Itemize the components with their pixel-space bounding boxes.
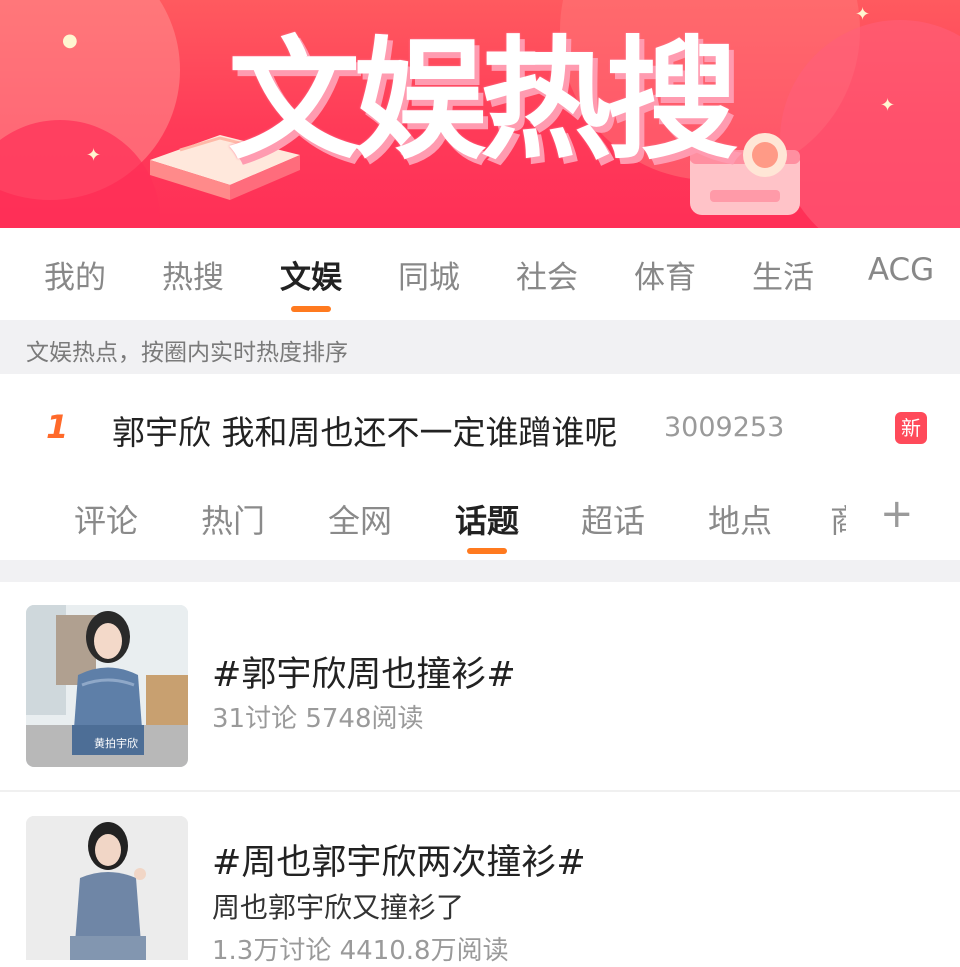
tab-comments[interactable]: 评论 — [46, 496, 166, 542]
tab-society[interactable]: 社会 — [488, 252, 606, 296]
tab-label: ACG — [867, 252, 935, 288]
tab-local[interactable]: 同城 — [370, 252, 488, 296]
tab-acg[interactable]: ACG — [842, 252, 960, 292]
tab-label: 体育 — [634, 260, 696, 296]
tab-label: 文娱 — [280, 260, 342, 296]
active-tab-indicator — [467, 548, 507, 554]
thumbnail-caption: 黄拍宇欣 — [94, 737, 138, 750]
tab-sports[interactable]: 体育 — [606, 252, 724, 296]
tab-label: 热搜 — [162, 260, 224, 296]
tab-label: 评论 — [73, 502, 138, 540]
person-photo-icon — [26, 816, 188, 960]
rank-number: 1 — [46, 408, 69, 446]
tab-hot-search[interactable]: 热搜 — [134, 252, 252, 296]
hot-search-title: 郭宇欣 我和周也还不一定谁蹭谁呢 — [112, 413, 618, 452]
tab-label: 全网 — [327, 502, 392, 540]
new-badge: 新 — [895, 412, 927, 444]
tab-popular[interactable]: 热门 — [173, 496, 293, 542]
tab-label: 商 — [830, 502, 846, 540]
plus-icon[interactable]: + — [880, 494, 914, 534]
ranking-description: 文娱热点，按圈内实时热度排序 — [26, 340, 348, 366]
heat-count: 3009253 — [664, 412, 785, 443]
hot-search-item[interactable]: 1 郭宇欣 我和周也还不一定谁蹭谁呢 3009253 新 — [0, 374, 960, 482]
topic-thumbnail — [26, 816, 188, 960]
tab-label: 热门 — [200, 502, 265, 540]
tab-topics[interactable]: 话题 — [427, 496, 547, 554]
tab-super-topic[interactable]: 超话 — [553, 496, 673, 542]
tab-label: 我的 — [44, 260, 106, 296]
tab-mine[interactable]: 我的 — [16, 252, 134, 296]
tab-label: 超话 — [580, 502, 645, 540]
tab-label: 生活 — [752, 260, 814, 296]
tab-label: 社会 — [516, 260, 578, 296]
tab-label: 地点 — [707, 502, 772, 540]
banner: ● ✦ ✦ ✦ 文娱热搜 — [0, 0, 960, 228]
tab-life[interactable]: 生活 — [724, 252, 842, 296]
category-tab-bar: 我的 热搜 文娱 同城 社会 体育 生活 ACG — [0, 228, 960, 320]
active-tab-indicator — [291, 306, 331, 312]
topic-summary: 周也郭宇欣又撞衫了 — [212, 891, 465, 924]
tab-whole-web[interactable]: 全网 — [300, 496, 420, 542]
topic-item[interactable]: 黄拍宇欣 #郭宇欣周也撞衫# 31讨论 5748阅读 — [0, 582, 960, 790]
tab-location[interactable]: 地点 — [680, 496, 800, 542]
topic-stats: 1.3万讨论 4410.8万阅读 — [212, 936, 509, 966]
tab-overview[interactable]: 主 — [0, 496, 16, 542]
banner-title: 文娱热搜 — [228, 24, 738, 178]
tab-label: 话题 — [454, 502, 519, 540]
tab-product-clipped[interactable]: 商 — [830, 496, 846, 542]
topic-item[interactable]: #周也郭宇欣两次撞衫# 周也郭宇欣又撞衫了 1.3万讨论 4410.8万阅读 — [0, 792, 960, 966]
sub-tab-bar: 主 评论 热门 全网 话题 超话 地点 商 — [0, 482, 960, 560]
ranking-description-bar: 文娱热点，按圈内实时热度排序 — [0, 320, 960, 374]
topic-thumbnail: 黄拍宇欣 — [26, 605, 188, 767]
section-separator — [0, 560, 960, 582]
topic-title: #郭宇欣周也撞衫# — [212, 655, 516, 695]
topic-title: #周也郭宇欣两次撞衫# — [212, 843, 586, 883]
tab-label: 同城 — [398, 260, 460, 296]
topic-stats: 31讨论 5748阅读 — [212, 704, 424, 734]
tab-entertainment[interactable]: 文娱 — [252, 252, 370, 312]
